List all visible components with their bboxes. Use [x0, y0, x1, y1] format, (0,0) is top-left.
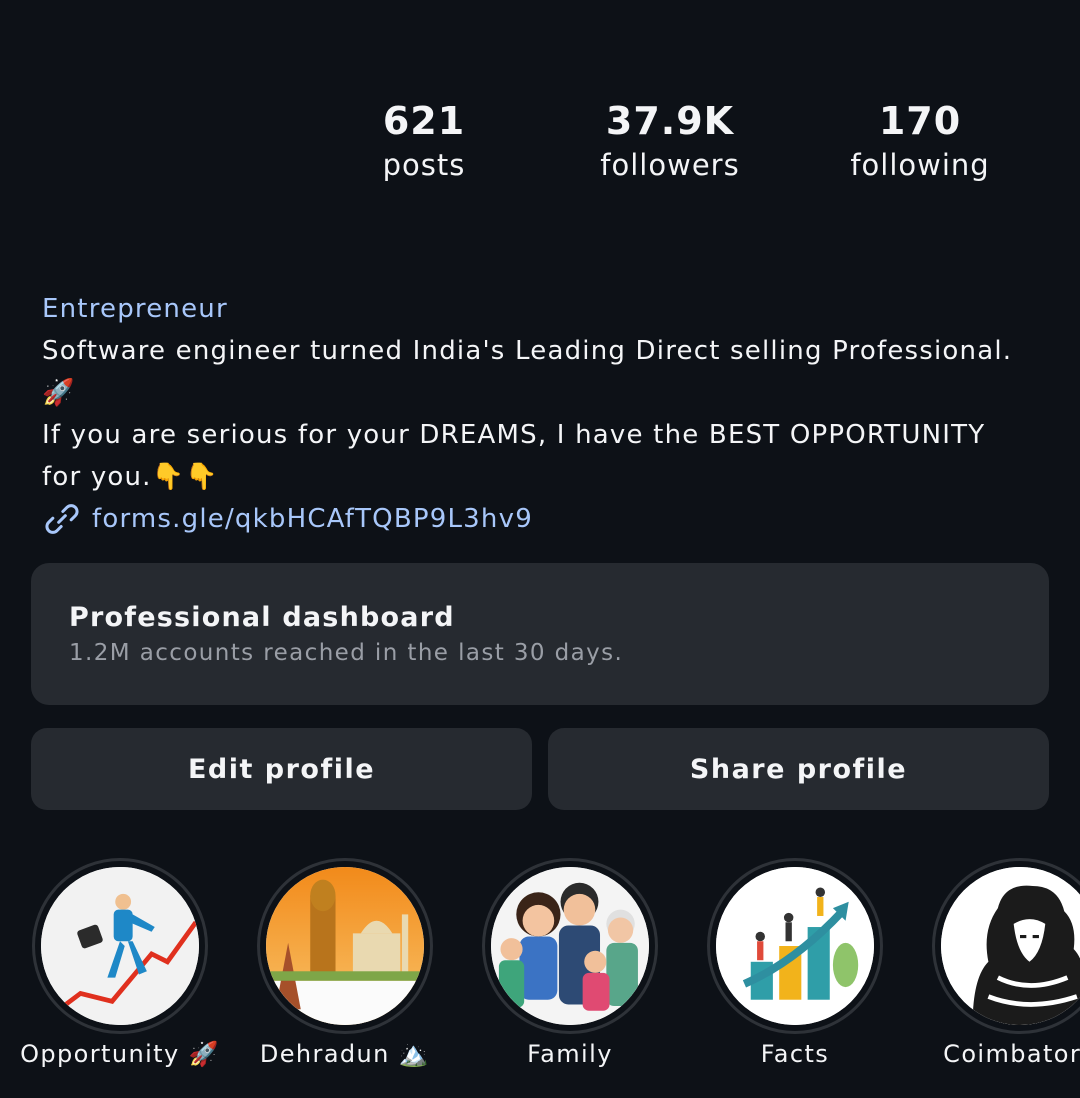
highlight-coimbatore[interactable]: Coimbatore: [932, 858, 1080, 1068]
highlight-ring: [32, 858, 208, 1034]
opportunity-image: [41, 867, 199, 1025]
bio-category: Entrepreneur: [42, 294, 228, 324]
profile-stats: 621 posts 37.9K followers 170 following: [340, 96, 1060, 196]
share-profile-button[interactable]: Share profile: [548, 728, 1049, 810]
bio-link-text[interactable]: forms.gle/qkbHCAfTQBP9L3hv9: [92, 498, 533, 540]
highlight-ring: [482, 858, 658, 1034]
posts-stat[interactable]: 621 posts: [324, 96, 524, 184]
bio-line-1: Software engineer turned India's Leading…: [42, 336, 1013, 366]
highlight-label: Dehradun 🏔️: [259, 1040, 431, 1068]
followers-stat[interactable]: 37.9K followers: [570, 96, 770, 184]
highlight-facts[interactable]: Facts: [707, 858, 883, 1068]
following-count: 170: [878, 99, 962, 143]
highlight-label: Family: [527, 1040, 613, 1068]
coimbatore-image: [941, 867, 1080, 1025]
bio-line-3: If you are serious for your DREAMS, I ha…: [42, 420, 986, 450]
following-stat[interactable]: 170 following: [820, 96, 1020, 184]
highlight-ring: [257, 858, 433, 1034]
highlight-family[interactable]: Family: [482, 858, 658, 1068]
bio-link[interactable]: forms.gle/qkbHCAfTQBP9L3hv9: [42, 498, 1052, 540]
bio-line-2: 🚀: [42, 378, 76, 408]
profile-bio: Entrepreneur Software engineer turned In…: [42, 288, 1052, 540]
highlight-label: Facts: [760, 1040, 830, 1068]
dehradun-image: [266, 867, 424, 1025]
facts-image: [716, 867, 874, 1025]
professional-dashboard[interactable]: Professional dashboard 1.2M accounts rea…: [31, 563, 1049, 705]
highlight-ring: [932, 858, 1080, 1034]
highlight-label: Opportunity 🚀: [20, 1040, 220, 1068]
followers-count: 37.9K: [605, 99, 735, 143]
highlight-opportunity[interactable]: Opportunity 🚀: [20, 858, 218, 1068]
dashboard-subtitle: 1.2M accounts reached in the last 30 day…: [69, 640, 624, 666]
followers-label: followers: [600, 148, 740, 182]
highlight-ring: [707, 858, 883, 1034]
bio-line-4: for you.👇👇: [42, 462, 219, 492]
dashboard-title: Professional dashboard: [69, 602, 455, 633]
highlight-label: Coimbatore: [943, 1040, 1080, 1068]
following-label: following: [850, 148, 990, 182]
posts-count: 621: [382, 99, 466, 143]
posts-label: posts: [382, 148, 466, 182]
link-icon: [42, 499, 82, 539]
family-image: [491, 867, 649, 1025]
edit-profile-button[interactable]: Edit profile: [31, 728, 532, 810]
highlight-dehradun[interactable]: Dehradun 🏔️: [257, 858, 433, 1068]
